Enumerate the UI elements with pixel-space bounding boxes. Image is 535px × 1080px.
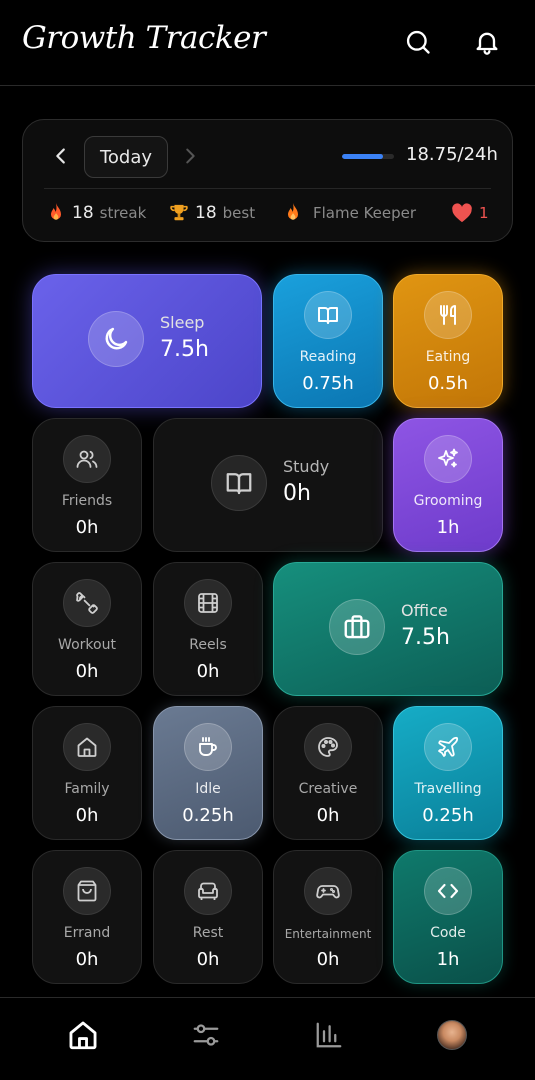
tile-value: 0h [75, 949, 99, 970]
tile-idle[interactable]: Idle 0.25h [153, 706, 263, 840]
hearts-stat: 1 [451, 201, 489, 225]
tile-study[interactable]: Study 0h [153, 418, 383, 552]
day-progress-fill [342, 154, 383, 159]
coffee-icon [184, 723, 232, 771]
trophy-icon [170, 204, 188, 221]
profile-avatar[interactable] [435, 1018, 469, 1052]
book-open-icon [211, 455, 267, 511]
tile-label: Rest [192, 925, 224, 941]
tile-label: Entertainment [284, 927, 372, 941]
tile-label: Workout [58, 637, 116, 653]
tile-label: Creative [298, 781, 358, 797]
tile-grooming[interactable]: Grooming 1h [393, 418, 503, 552]
tile-label: Study [283, 457, 330, 476]
users-icon [63, 435, 111, 483]
dumbbell-icon [63, 579, 111, 627]
tile-label: Friends [61, 493, 113, 509]
tile-label: Office [401, 601, 448, 620]
tile-entertainment[interactable]: Entertainment 0h [273, 850, 383, 984]
title-badge-label: Flame Keeper [313, 204, 417, 222]
tile-value: 0.25h [182, 805, 234, 826]
moon-icon [88, 311, 144, 367]
tile-label: Errand [63, 925, 111, 941]
tile-office[interactable]: Office 7.5h [273, 562, 503, 696]
utensils-icon [424, 291, 472, 339]
gamepad-icon [304, 867, 352, 915]
heart-icon [452, 203, 472, 223]
tile-rest[interactable]: Rest 0h [153, 850, 263, 984]
tile-value: 0h [316, 949, 340, 970]
tile-creative[interactable]: Creative 0h [273, 706, 383, 840]
tile-reels[interactable]: Reels 0h [153, 562, 263, 696]
summary-divider [44, 188, 491, 189]
chart-icon[interactable] [312, 1018, 346, 1052]
tile-value: 7.5h [401, 625, 450, 650]
tile-label: Sleep [160, 313, 205, 332]
tile-reading[interactable]: Reading 0.75h [273, 274, 383, 408]
tile-errand[interactable]: Errand 0h [32, 850, 142, 984]
plane-icon [424, 723, 472, 771]
best-label: best [222, 204, 256, 222]
tile-eating[interactable]: Eating 0.5h [393, 274, 503, 408]
app-title: Growth Tracker [22, 20, 266, 56]
tile-label: Family [64, 781, 110, 797]
tile-value: 0.75h [302, 373, 354, 394]
tile-label: Eating [425, 349, 471, 365]
bell-icon[interactable] [473, 28, 501, 56]
tile-value: 0.5h [427, 373, 469, 394]
home-icon [63, 723, 111, 771]
palette-icon [304, 723, 352, 771]
film-icon [184, 579, 232, 627]
hearts-value: 1 [479, 204, 489, 222]
today-button[interactable]: Today [84, 136, 168, 178]
tile-value: 0h [75, 661, 99, 682]
streak-stat: 18 streak [46, 201, 146, 225]
tile-value: 1h [436, 517, 460, 538]
tile-friends[interactable]: Friends 0h [32, 418, 142, 552]
previous-day-button[interactable] [50, 145, 72, 167]
tile-workout[interactable]: Workout 0h [32, 562, 142, 696]
search-icon[interactable] [404, 28, 432, 56]
tile-value: 0.25h [422, 805, 474, 826]
book-icon [304, 291, 352, 339]
code-icon [424, 867, 472, 915]
shopping-bag-icon [63, 867, 111, 915]
flame-icon [51, 203, 61, 220]
tile-label: Idle [195, 781, 221, 797]
best-value: 18 [195, 203, 217, 223]
tile-value: 0h [75, 517, 99, 538]
next-day-button[interactable] [179, 145, 201, 167]
streak-label: streak [99, 204, 147, 222]
tile-label: Reels [189, 637, 227, 653]
tile-value: 0h [75, 805, 99, 826]
home-icon[interactable] [66, 1018, 100, 1052]
tile-code[interactable]: Code 1h [393, 850, 503, 984]
tile-travelling[interactable]: Travelling 0.25h [393, 706, 503, 840]
tile-label: Reading [299, 349, 357, 365]
tile-label: Code [430, 925, 466, 941]
flame-icon [288, 203, 298, 220]
tile-value: 1h [436, 949, 460, 970]
avatar [437, 1020, 467, 1050]
bottom-navigation [0, 997, 535, 1080]
tile-label: Grooming [413, 493, 483, 509]
tile-value: 0h [283, 481, 311, 506]
day-progress-text: 18.75/24h [406, 144, 498, 165]
sofa-icon [184, 867, 232, 915]
sparkles-icon [424, 435, 472, 483]
tile-label: Travelling [414, 781, 482, 797]
briefcase-icon [329, 599, 385, 655]
sliders-icon[interactable] [189, 1018, 223, 1052]
tile-value: 0h [196, 661, 220, 682]
tile-family[interactable]: Family 0h [32, 706, 142, 840]
tile-value: 7.5h [160, 337, 209, 362]
app-header: Growth Tracker [0, 0, 535, 86]
tile-value: 0h [196, 949, 220, 970]
streak-value: 18 [72, 203, 94, 223]
title-badge: Flame Keeper [283, 201, 416, 225]
best-stat: 18 best [169, 201, 255, 225]
day-progress-bar [342, 154, 394, 159]
tile-value: 0h [316, 805, 340, 826]
tile-sleep[interactable]: Sleep 7.5h [32, 274, 262, 408]
